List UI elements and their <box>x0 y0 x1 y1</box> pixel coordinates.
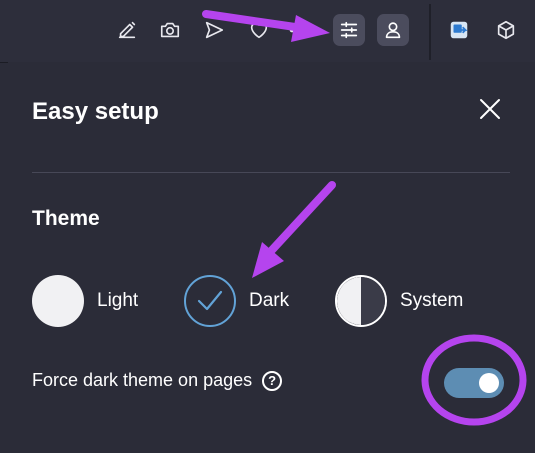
cube-extension-icon[interactable] <box>490 14 522 46</box>
camera-icon[interactable] <box>154 14 186 46</box>
force-dark-row: Force dark theme on pages ? <box>32 370 283 391</box>
toggle-knob <box>479 373 499 393</box>
browser-toolbar <box>0 0 535 63</box>
close-icon[interactable] <box>475 94 505 124</box>
theme-option-label: Dark <box>249 290 290 311</box>
panel-title: Easy setup <box>32 98 159 125</box>
more-icon[interactable] <box>282 14 302 46</box>
theme-option-light[interactable]: Light <box>32 275 138 327</box>
theme-option-dark[interactable]: Dark <box>184 275 289 327</box>
force-dark-toggle[interactable] <box>444 368 504 398</box>
send-icon[interactable] <box>198 14 230 46</box>
theme-heading: Theme <box>32 207 100 230</box>
theme-option-label: Light <box>97 290 139 311</box>
light-theme-swatch[interactable] <box>32 275 84 327</box>
edit-icon[interactable] <box>111 14 143 46</box>
panel-divider <box>32 172 510 173</box>
heart-icon[interactable] <box>243 14 275 46</box>
easy-setup-icon[interactable] <box>333 14 365 46</box>
dark-theme-swatch[interactable] <box>184 275 236 327</box>
help-icon[interactable]: ? <box>262 370 283 391</box>
force-dark-label: Force dark theme on pages <box>32 370 253 390</box>
theme-option-system[interactable]: System <box>335 275 463 327</box>
system-theme-swatch[interactable] <box>335 275 387 327</box>
translate-extension-icon[interactable] <box>443 14 475 46</box>
profile-icon[interactable] <box>377 14 409 46</box>
checkmark-icon <box>197 290 223 311</box>
easy-setup-panel: Easy setup Theme Light Dark System Force… <box>8 62 535 453</box>
theme-option-label: System <box>400 290 464 311</box>
toolbar-separator <box>429 4 431 60</box>
